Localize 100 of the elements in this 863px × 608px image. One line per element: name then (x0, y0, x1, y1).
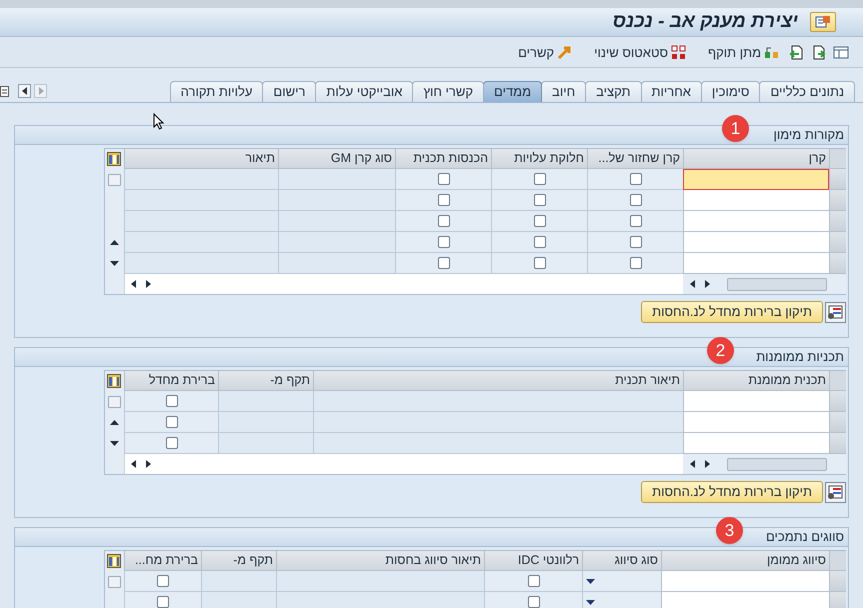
arrow-icon (557, 45, 572, 60)
number-badge: 1 (722, 115, 749, 142)
table-settings-icon[interactable] (107, 374, 121, 388)
checkbox[interactable] (438, 257, 450, 269)
column-header[interactable]: קרן (683, 149, 829, 169)
table-adjust-icon[interactable] (825, 302, 846, 322)
column-header[interactable]: ברירת מח... (124, 551, 201, 571)
checkbox[interactable] (630, 236, 642, 248)
scroll-down-icon[interactable] (110, 261, 118, 266)
scroll-up-icon[interactable] (110, 420, 118, 425)
blocks-icon (764, 45, 779, 60)
tab[interactable]: ממדים (483, 81, 542, 102)
checkbox[interactable] (528, 596, 540, 608)
checkbox[interactable] (438, 215, 450, 227)
tab[interactable]: עלויות תקורה (170, 81, 264, 102)
input-field[interactable] (683, 391, 829, 412)
table-settings-icon[interactable] (107, 152, 121, 166)
scroll-left-icon[interactable] (130, 280, 136, 288)
tab-list-icon[interactable] (0, 84, 9, 98)
checkbox[interactable] (534, 257, 546, 269)
input-field[interactable] (683, 433, 829, 454)
section-title: מקורות מימון (774, 126, 844, 144)
input-field[interactable] (683, 211, 829, 232)
checkbox[interactable] (630, 215, 642, 227)
checkbox[interactable] (534, 215, 546, 227)
window-title: יצירת מענק אב - נכנס (612, 10, 798, 34)
input-field[interactable] (683, 169, 829, 190)
scroll-left-icon[interactable] (689, 460, 695, 468)
document-arrow-icon[interactable] (811, 45, 827, 60)
tab[interactable]: נתונים כלליים (759, 81, 855, 102)
column-header[interactable]: תיאור (124, 149, 278, 169)
input-field[interactable] (683, 190, 829, 211)
section-title: סווגים נתמכים (766, 528, 844, 546)
tab[interactable]: אובייקטי עלות (315, 81, 414, 102)
column-header[interactable]: חלוקת עלויות (491, 149, 587, 169)
checkbox[interactable] (438, 236, 450, 248)
input-field[interactable] (683, 412, 829, 433)
pointer-cursor-icon (153, 113, 164, 130)
column-header[interactable]: קרן שחזור של... (587, 149, 683, 169)
input-field[interactable] (661, 592, 829, 608)
scroll-right-icon[interactable] (146, 280, 152, 288)
checkbox[interactable] (528, 575, 540, 587)
scroll-left-button[interactable] (18, 84, 31, 98)
document-arrow-icon[interactable] (789, 45, 805, 60)
scroll-right-icon[interactable] (146, 460, 152, 468)
input-field[interactable] (683, 232, 829, 253)
table-adjust-icon[interactable] (825, 482, 846, 502)
tab[interactable]: סימוכין (700, 81, 760, 102)
grid-squares-icon (670, 45, 686, 60)
checkbox[interactable] (630, 257, 642, 269)
column-header[interactable]: סוג קרן GM (278, 149, 395, 169)
correct-defaults-button[interactable]: תיקון ברירות מחדל לנ.החסות (641, 301, 823, 323)
toolbar-button[interactable]: מתן תוקף (704, 42, 783, 64)
scroll-thumb[interactable] (727, 458, 827, 470)
dropdown-arrow-icon[interactable] (586, 578, 595, 584)
column-header[interactable]: הכנסות תכנית (395, 149, 491, 169)
checkbox[interactable] (166, 416, 178, 428)
toolbar-button[interactable]: סטאטוס שינוי (590, 42, 690, 64)
column-header[interactable]: תיאור תכנית (313, 371, 683, 391)
checkbox[interactable] (534, 173, 546, 185)
checkbox[interactable] (166, 395, 178, 407)
tab[interactable]: קשרי חוץ (412, 81, 484, 102)
column-header[interactable]: תיאור סיווג בחסות (276, 551, 484, 571)
checkbox[interactable] (157, 596, 169, 608)
checkbox[interactable] (157, 575, 169, 587)
checkbox[interactable] (630, 194, 642, 206)
checkbox[interactable] (534, 194, 546, 206)
column-header[interactable]: תקף מ- (218, 371, 313, 391)
column-header[interactable]: סיווג ממומן (661, 551, 829, 571)
checkbox[interactable] (438, 173, 450, 185)
column-header[interactable]: רלוונטי IDC (484, 551, 582, 571)
table-settings-icon[interactable] (107, 554, 121, 568)
scroll-right-icon[interactable] (705, 280, 711, 288)
checkbox[interactable] (630, 173, 642, 185)
tab[interactable]: תקציב (585, 81, 642, 102)
scroll-down-icon[interactable] (110, 441, 118, 446)
scroll-thumb[interactable] (727, 278, 827, 290)
checkbox[interactable] (534, 236, 546, 248)
table-icon[interactable] (833, 45, 849, 60)
input-field[interactable] (683, 253, 829, 274)
column-header[interactable]: סוג סיווג (582, 551, 661, 571)
screen-menu-button[interactable] (810, 12, 836, 32)
scroll-right-icon[interactable] (705, 460, 711, 468)
correct-defaults-button[interactable]: תיקון ברירות מחדל לנ.החסות (641, 481, 823, 503)
screen-icon (815, 15, 831, 29)
tab[interactable]: רישום (262, 81, 316, 102)
tab[interactable]: חיוב (541, 81, 586, 102)
checkbox[interactable] (438, 194, 450, 206)
scroll-up-icon[interactable] (110, 240, 118, 245)
scroll-left-icon[interactable] (689, 280, 695, 288)
toolbar-button[interactable]: קשרים (514, 42, 576, 64)
tab[interactable]: אחריות (640, 81, 702, 102)
input-field[interactable] (661, 571, 829, 592)
checkbox[interactable] (166, 437, 178, 449)
column-header[interactable]: תכנית ממומנת (683, 371, 829, 391)
scroll-left-icon[interactable] (130, 460, 136, 468)
column-header[interactable]: ברירת מחדל (124, 371, 218, 391)
dropdown-arrow-icon[interactable] (586, 600, 595, 604)
section-title: תכניות ממומנות (756, 348, 844, 366)
column-header[interactable]: תקף מ- (201, 551, 276, 571)
